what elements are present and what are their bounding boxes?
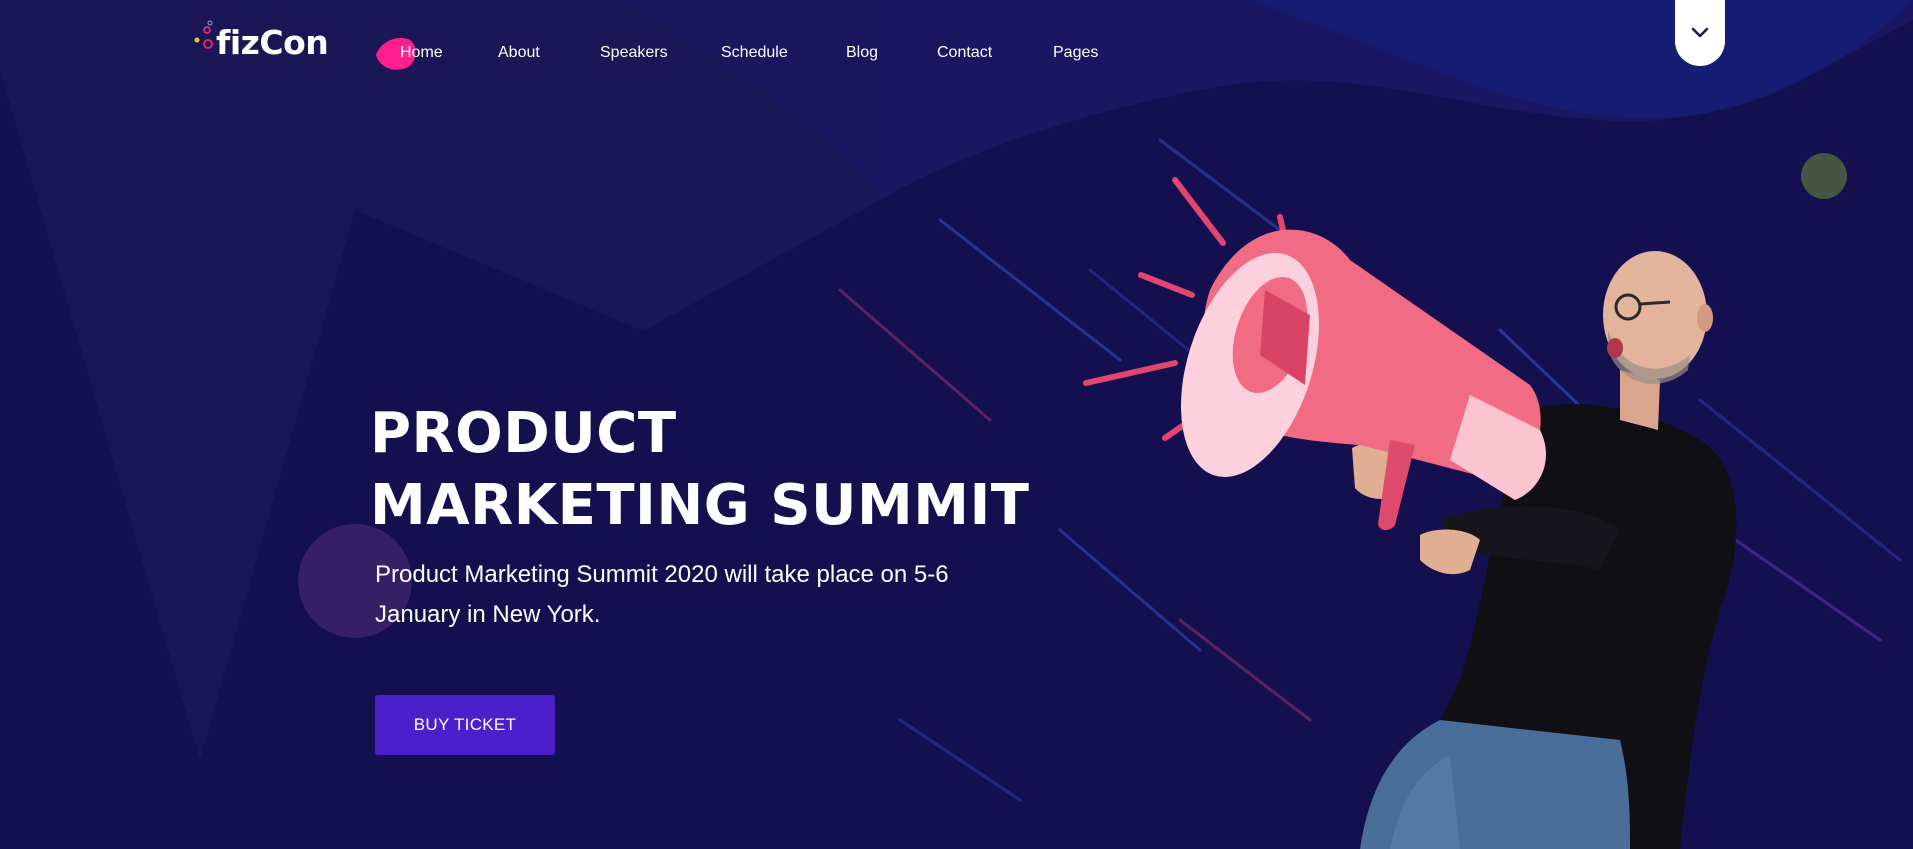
- nav-speakers[interactable]: Speakers: [600, 44, 668, 62]
- hero-title: PRODUCT MARKETING SUMMIT: [370, 398, 1070, 542]
- nav-home[interactable]: Home: [400, 44, 443, 62]
- nav-about[interactable]: About: [498, 44, 540, 62]
- chevron-down-icon: [1691, 27, 1709, 38]
- megaphone-speaker-illustration: [1083, 177, 1737, 849]
- nav-pages[interactable]: Pages: [1053, 44, 1098, 62]
- hero-title-line-2: MARKETING SUMMIT: [370, 473, 1030, 538]
- hero-title-line-1: PRODUCT: [370, 401, 677, 466]
- nav-blog[interactable]: Blog: [846, 44, 878, 62]
- scroll-toggle-button[interactable]: [1675, 0, 1725, 66]
- brand-name: fizCon: [216, 23, 329, 62]
- nav-contact[interactable]: Contact: [937, 44, 992, 62]
- nav-schedule[interactable]: Schedule: [721, 44, 788, 62]
- hero-description: Product Marketing Summit 2020 will take …: [375, 561, 949, 628]
- buy-ticket-button[interactable]: BUY TICKET: [375, 695, 555, 755]
- brand-logo[interactable]: fizCon: [194, 20, 334, 70]
